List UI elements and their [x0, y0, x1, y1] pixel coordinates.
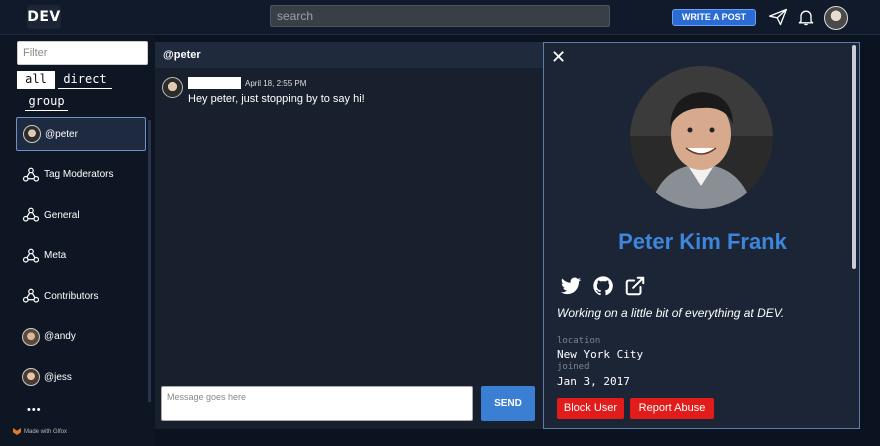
github-icon[interactable] [592, 275, 614, 297]
close-icon[interactable]: ✕ [551, 47, 566, 67]
avatar [23, 125, 41, 143]
profile-bio: Working on a little bit of everything at… [557, 306, 785, 320]
paper-plane-icon[interactable] [767, 7, 789, 27]
message-avatar[interactable] [162, 77, 183, 98]
chat-panel: @peter April 18, 2:55 PM Hey peter, just… [155, 42, 543, 429]
channel-peter[interactable]: @peter [16, 117, 146, 151]
joined-label: joined [557, 362, 590, 372]
block-user-button[interactable]: Block User [557, 398, 624, 419]
joined-value: Jan 3, 2017 [557, 375, 630, 388]
profile-panel: ✕ Peter Kim Frank Working on a little bi… [543, 42, 860, 429]
more-options-button[interactable]: ••• [27, 404, 42, 416]
top-bar: DEV search WRITE A POST [0, 0, 880, 35]
channel-tag-moderators[interactable]: Tag Moderators [16, 158, 146, 192]
message-timestamp: April 18, 2:55 PM [245, 79, 307, 88]
channel-label: @jess [44, 371, 72, 383]
made-with-credit: Made with Glfox [13, 428, 67, 435]
location-value: New York City [557, 348, 644, 361]
send-button[interactable]: SEND [481, 386, 535, 421]
channel-label: @andy [44, 331, 76, 342]
twitter-icon[interactable] [560, 275, 582, 297]
tab-direct[interactable]: direct [58, 71, 112, 89]
fox-logo-icon [13, 428, 21, 435]
channel-general[interactable]: General [16, 198, 146, 232]
channel-andy[interactable]: @andy [16, 320, 146, 354]
avatar [22, 368, 40, 386]
chat-header: @peter [155, 42, 543, 68]
report-abuse-button[interactable]: Report Abuse [630, 398, 714, 419]
tab-group[interactable]: group [25, 93, 68, 111]
channel-label: Tag Moderators [44, 169, 114, 180]
group-icon [22, 207, 40, 222]
bell-icon[interactable] [795, 7, 817, 27]
profile-avatar [630, 66, 773, 209]
channel-list: @peter Tag Moderators General Meta Contr… [16, 117, 146, 401]
group-icon [22, 288, 40, 303]
channel-label: Meta [44, 250, 67, 261]
filter-input[interactable]: Filter [17, 41, 148, 65]
write-post-button[interactable]: WRITE A POST [672, 9, 756, 26]
message-input[interactable]: Message goes here [161, 386, 473, 421]
message-author-name[interactable] [188, 77, 241, 89]
external-link-icon[interactable] [624, 275, 646, 297]
channel-meta[interactable]: Meta [16, 239, 146, 273]
channel-contributors[interactable]: Contributors [16, 279, 146, 313]
tab-all[interactable]: all [17, 71, 55, 89]
avatar [22, 327, 40, 346]
user-avatar[interactable] [824, 6, 848, 30]
made-with-label: Made with Glfox [24, 428, 68, 435]
channel-label: @peter [45, 128, 78, 140]
group-icon [22, 248, 40, 263]
channel-label: General [44, 209, 80, 221]
channel-label: Contributors [44, 290, 99, 302]
location-label: location [557, 336, 601, 346]
channel-jess[interactable]: @jess [16, 360, 146, 394]
message-text: Hey peter, just stopping by to say hi! [188, 93, 365, 105]
profile-name: Peter Kim Frank [618, 229, 787, 254]
sidebar-scrollbar[interactable] [148, 120, 151, 402]
dev-logo[interactable]: DEV [27, 5, 61, 29]
search-input[interactable]: search [270, 5, 610, 27]
group-icon [22, 167, 40, 182]
